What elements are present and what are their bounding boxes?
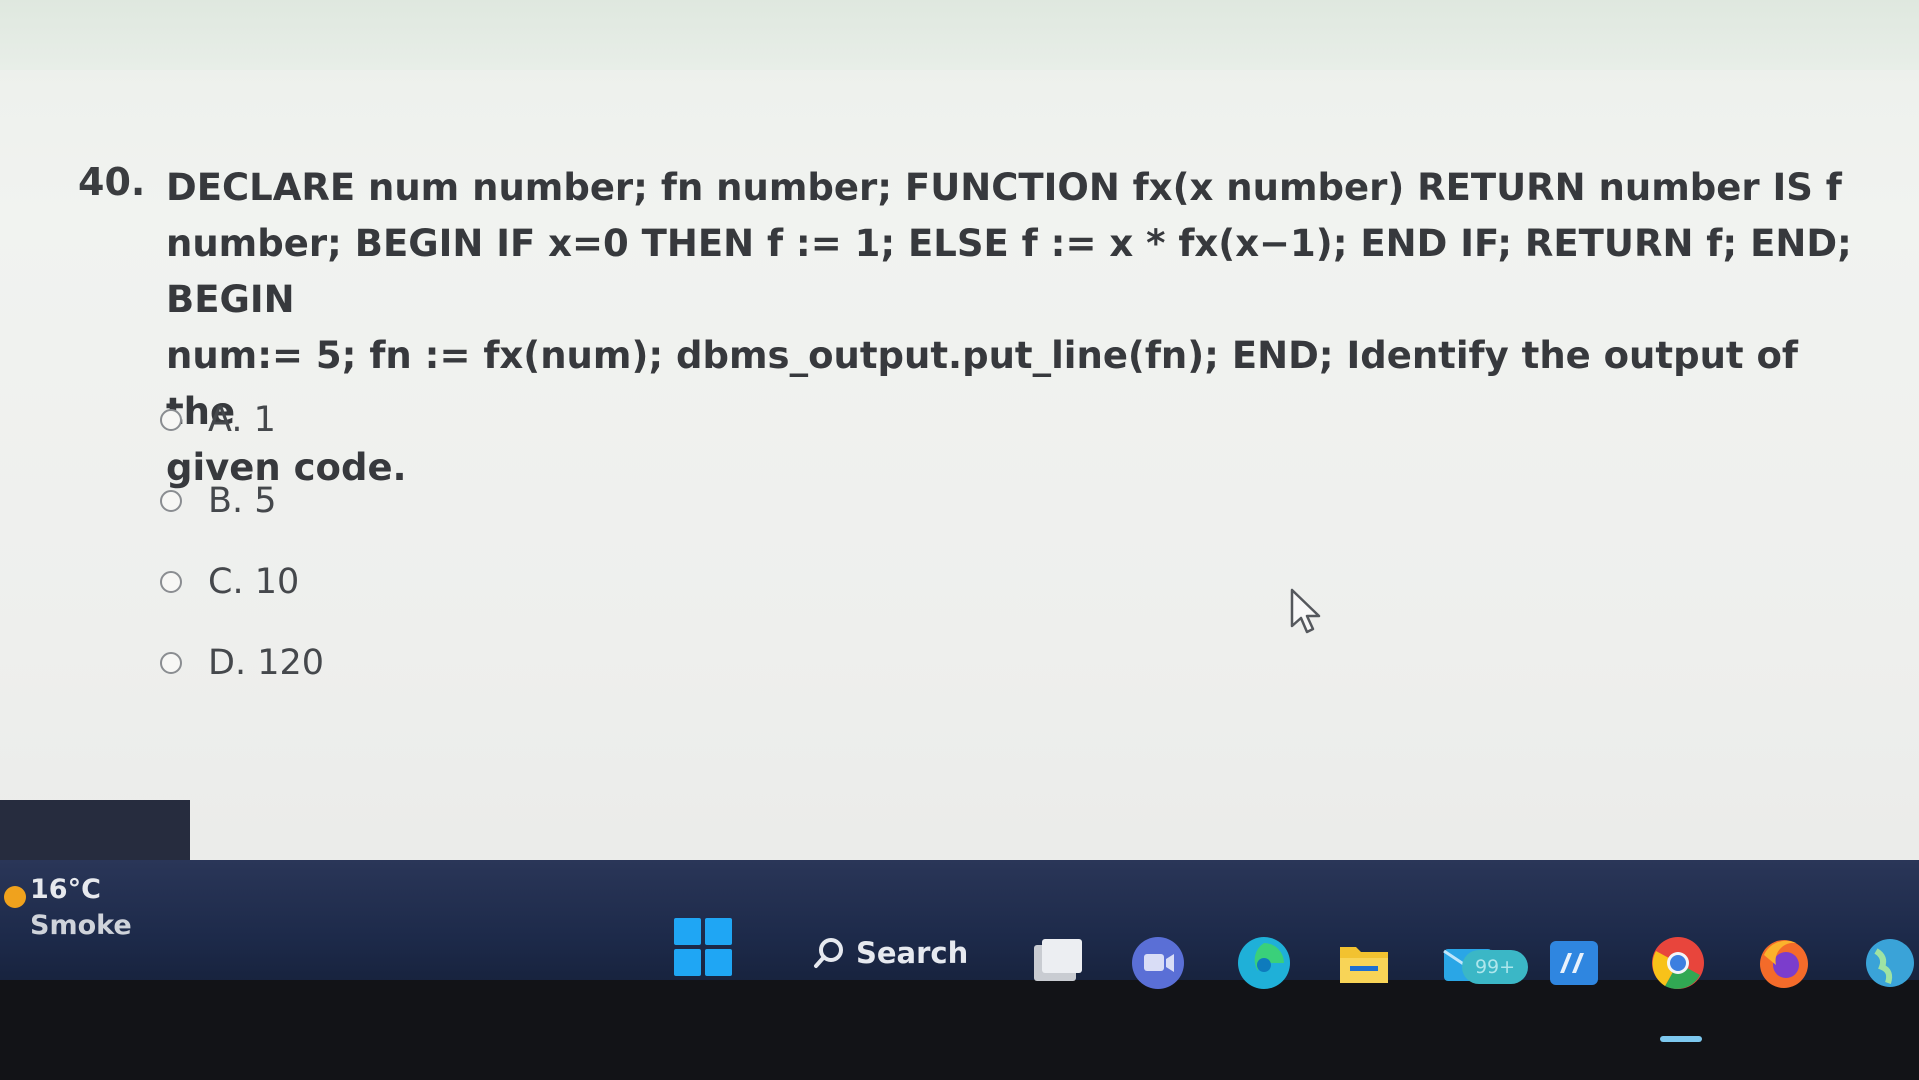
chrome-icon[interactable] <box>1650 935 1706 991</box>
weather-condition: Smoke <box>30 910 132 941</box>
start-tile <box>705 918 732 945</box>
question-number: 40. <box>78 160 146 204</box>
firefox-icon[interactable] <box>1756 935 1812 991</box>
mail-count-badge: 99+ <box>1462 950 1528 984</box>
windows-start-icon[interactable] <box>674 918 732 976</box>
edge-icon[interactable] <box>1236 935 1292 991</box>
radio-button[interactable] <box>160 409 182 431</box>
taskbar-search-button[interactable]: Search <box>812 930 968 976</box>
option-d[interactable]: D. 120 <box>160 643 760 683</box>
teams-meet-icon[interactable] <box>1130 935 1186 991</box>
start-tile <box>674 949 701 976</box>
option-a[interactable]: A. 1 <box>160 400 760 440</box>
app-tile-icon[interactable] <box>1546 935 1602 991</box>
option-label: B. 5 <box>208 481 277 521</box>
screen: 40. DECLARE num number; fn number; FUNCT… <box>0 0 1919 1080</box>
radio-button[interactable] <box>160 490 182 512</box>
search-icon <box>814 938 843 968</box>
radio-button[interactable] <box>160 571 182 593</box>
radio-button[interactable] <box>160 652 182 674</box>
weather-sun-icon <box>4 886 26 908</box>
folder-icon[interactable] <box>1336 935 1392 991</box>
weather-temperature: 16°C <box>30 874 101 905</box>
active-app-indicator <box>1660 1036 1702 1042</box>
option-label: D. 120 <box>208 643 325 683</box>
answer-options: A. 1 B. 5 C. 10 D. 120 <box>160 400 760 724</box>
globe-icon[interactable] <box>1862 935 1918 991</box>
mouse-pointer-icon <box>1290 588 1321 634</box>
start-tile <box>705 949 732 976</box>
file-explorer-window-icon[interactable] <box>1030 935 1086 991</box>
screen-bezel <box>0 980 1919 1080</box>
option-c[interactable]: C. 10 <box>160 562 760 602</box>
weather-widget[interactable]: 16°C Smoke <box>4 872 132 944</box>
start-tile <box>674 918 701 945</box>
option-b[interactable]: B. 5 <box>160 481 760 521</box>
browser-top-strip <box>0 0 1919 70</box>
search-label: Search <box>856 936 969 970</box>
option-label: C. 10 <box>208 562 300 602</box>
option-label: A. 1 <box>208 400 276 440</box>
